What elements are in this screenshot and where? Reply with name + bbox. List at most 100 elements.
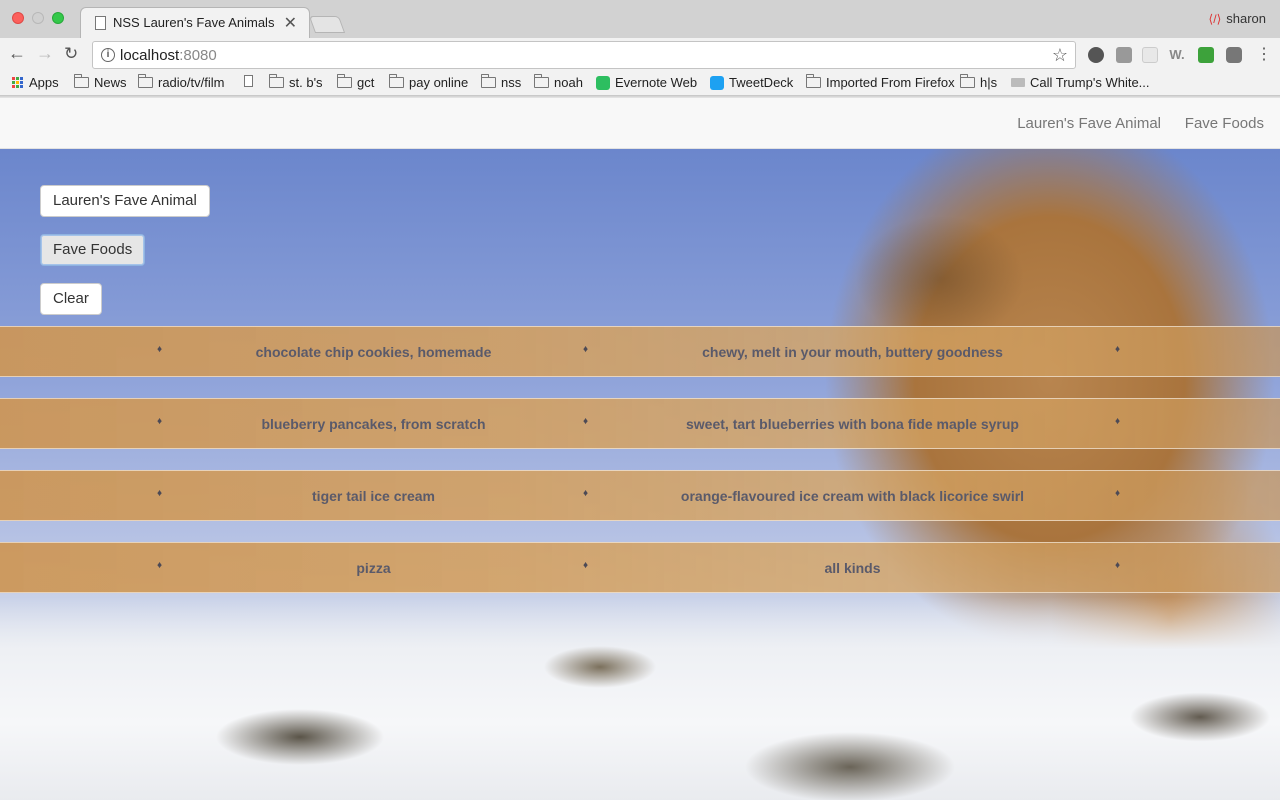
bookmark-label: h|s: [980, 75, 998, 90]
page-viewport: Lauren's Fave Animal Fave Foods Lauren's…: [0, 97, 1280, 800]
bullet-icon: ♦: [157, 488, 163, 499]
bookmark-folder[interactable]: h|s: [960, 74, 998, 90]
bullet-icon: ♦: [157, 416, 163, 427]
food-description: all kinds: [824, 560, 881, 576]
bookmark-label: st. b's: [289, 75, 323, 90]
clear-button[interactable]: Clear: [40, 283, 102, 315]
tab-title: NSS Lauren's Fave Animals: [113, 15, 275, 30]
bookmark-label: Call Trump's White...: [1030, 75, 1150, 90]
star-icon[interactable]: ☆: [1052, 45, 1068, 66]
url-host: localhost: [120, 47, 180, 64]
bookmark-label: nss: [501, 75, 522, 90]
url-port: :8080: [179, 47, 217, 64]
food-row: ♦ tiger tail ice cream ♦ orange-flavoure…: [0, 470, 1280, 521]
snow-ground-image: [0, 597, 1280, 800]
new-tab-button[interactable]: [308, 16, 346, 33]
extension-icon[interactable]: [1226, 47, 1242, 63]
profile-icon: ⟨/⟩: [1208, 12, 1222, 26]
page-icon: [95, 16, 106, 30]
address-bar[interactable]: i localhost:8080 ☆: [92, 41, 1076, 69]
bookmark-label: radio/tv/film: [158, 75, 225, 90]
bullet-icon: ♦: [583, 416, 589, 427]
close-icon[interactable]: ✕: [284, 13, 297, 33]
food-description: orange-flavoured ice cream with black li…: [680, 488, 1025, 504]
evernote-icon: [596, 75, 610, 90]
folder-icon: [389, 74, 404, 88]
folder-icon: [74, 74, 89, 88]
bookmark-folder[interactable]: Imported From Firefox: [806, 74, 955, 90]
bookmark-label: Evernote Web: [615, 75, 698, 90]
apps-icon: [12, 77, 23, 88]
bookmark-label: TweetDeck: [729, 75, 794, 90]
site-navbar: Lauren's Fave Animal Fave Foods: [0, 97, 1280, 149]
folder-icon: [481, 74, 496, 88]
page-icon: [244, 75, 253, 87]
folder-icon: [960, 74, 975, 88]
bookmark-label: News: [94, 75, 127, 90]
bullet-icon: ♦: [1115, 344, 1121, 355]
extension-icon[interactable]: [1116, 47, 1132, 63]
food-name: blueberry pancakes, from scratch: [261, 416, 486, 432]
bookmark-apps[interactable]: Apps: [12, 75, 59, 90]
fave-foods-button[interactable]: Fave Foods: [40, 234, 146, 266]
evernote-extension-icon[interactable]: [1088, 47, 1104, 63]
food-name: pizza: [356, 560, 391, 576]
window-close-button[interactable]: [12, 12, 24, 24]
forward-arrow-icon[interactable]: →: [36, 43, 54, 64]
nav-link-fave-foods[interactable]: Fave Foods: [1185, 115, 1264, 132]
url-text[interactable]: localhost:8080: [120, 47, 217, 64]
nav-link-fave-animal[interactable]: Lauren's Fave Animal: [1017, 115, 1161, 132]
extension-icon[interactable]: [1142, 47, 1158, 63]
bookmark-label: gct: [357, 75, 375, 90]
bullet-icon: ♦: [583, 344, 589, 355]
folder-icon: [806, 74, 821, 88]
reload-icon[interactable]: ↻: [64, 44, 78, 64]
back-arrow-icon[interactable]: ←: [8, 43, 26, 64]
bullet-icon: ♦: [157, 344, 163, 355]
food-description: chewy, melt in your mouth, buttery goodn…: [702, 344, 1003, 360]
window-maximize-button[interactable]: [52, 12, 64, 24]
bookmark-folder[interactable]: noah: [534, 74, 583, 90]
bookmark-folder[interactable]: pay online: [389, 74, 469, 90]
bookmark-label: pay online: [409, 75, 469, 90]
profile-button[interactable]: ⟨/⟩ sharon: [1209, 11, 1266, 26]
bookmark-folder[interactable]: radio/tv/film: [138, 74, 225, 90]
bullet-icon: ♦: [1115, 416, 1121, 427]
bookmark-page[interactable]: [244, 75, 253, 87]
window-minimize-button[interactable]: [32, 12, 44, 24]
profile-name: sharon: [1226, 11, 1266, 26]
food-row: ♦ chocolate chip cookies, homemade ♦ che…: [0, 326, 1280, 377]
food-name: chocolate chip cookies, homemade: [255, 344, 492, 360]
browser-titlebar: NSS Lauren's Fave Animals ✕ ⟨/⟩ sharon: [0, 0, 1280, 38]
bookmark-folder[interactable]: gct: [337, 74, 375, 90]
bullet-icon: ♦: [1115, 560, 1121, 571]
cors-extension-icon[interactable]: [1198, 47, 1214, 63]
food-row: ♦ pizza ♦ all kinds ♦: [0, 542, 1280, 593]
bookmark-folder[interactable]: st. b's: [269, 74, 323, 90]
folder-icon: [337, 74, 352, 88]
food-row: ♦ blueberry pancakes, from scratch ♦ swe…: [0, 398, 1280, 449]
bookmark-evernote[interactable]: Evernote Web: [596, 75, 697, 90]
browser-toolbar: ← → ↻ i localhost:8080 ☆ W. ⋮: [0, 38, 1280, 72]
bookmark-tweetdeck[interactable]: TweetDeck: [710, 75, 793, 90]
bullet-icon: ♦: [583, 488, 589, 499]
twitter-icon: [710, 75, 724, 90]
food-description: sweet, tart blueberries with bona fide m…: [686, 416, 1019, 432]
fave-animal-button[interactable]: Lauren's Fave Animal: [40, 185, 210, 217]
info-icon[interactable]: i: [101, 48, 115, 62]
extension-icon[interactable]: W.: [1169, 47, 1185, 63]
browser-tab-active[interactable]: NSS Lauren's Fave Animals ✕: [80, 7, 310, 38]
bookmark-label: Imported From Firefox: [826, 75, 955, 90]
bookmark-folder[interactable]: nss: [481, 74, 522, 90]
bookmarks-bar: Apps News radio/tv/film st. b's gct pay …: [0, 72, 1280, 96]
bookmark-page[interactable]: Call Trump's White...: [1011, 75, 1150, 90]
bullet-icon: ♦: [1115, 488, 1121, 499]
page-icon: [1011, 78, 1025, 87]
folder-icon: [269, 74, 284, 88]
menu-icon[interactable]: ⋮: [1256, 44, 1272, 64]
bookmark-folder[interactable]: News: [74, 74, 127, 90]
folder-icon: [138, 74, 153, 88]
bullet-icon: ♦: [583, 560, 589, 571]
bullet-icon: ♦: [157, 560, 163, 571]
bookmark-label: noah: [554, 75, 583, 90]
